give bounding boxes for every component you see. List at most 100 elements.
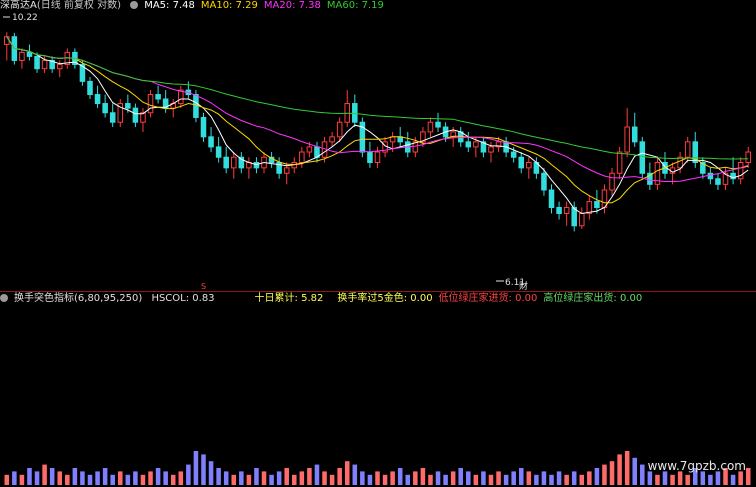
candle[interactable] bbox=[435, 112, 441, 132]
candle[interactable] bbox=[268, 152, 275, 168]
candle[interactable] bbox=[480, 136, 487, 158]
candle[interactable] bbox=[162, 90, 169, 113]
indicator-bar bbox=[269, 474, 274, 485]
candle[interactable] bbox=[548, 184, 555, 214]
candle[interactable] bbox=[49, 56, 55, 73]
candle-body bbox=[707, 172, 714, 180]
candle-body bbox=[594, 201, 600, 208]
candle[interactable] bbox=[155, 85, 161, 104]
candle[interactable] bbox=[427, 117, 434, 137]
indicator-bar bbox=[397, 468, 403, 485]
indicator-bar bbox=[239, 471, 244, 485]
candle[interactable] bbox=[246, 157, 252, 179]
candle[interactable] bbox=[79, 60, 86, 86]
candle[interactable] bbox=[374, 146, 381, 168]
candle[interactable] bbox=[526, 157, 532, 179]
indicator-bar bbox=[140, 474, 146, 485]
indicator-bar bbox=[292, 474, 297, 485]
candle-body bbox=[283, 167, 290, 174]
candle[interactable] bbox=[707, 167, 714, 185]
candle[interactable] bbox=[102, 94, 108, 118]
indicator-bar bbox=[481, 471, 486, 485]
indicator-bar bbox=[420, 468, 426, 485]
candle-body bbox=[639, 141, 646, 174]
candle[interactable] bbox=[64, 48, 71, 69]
candle[interactable] bbox=[223, 146, 229, 174]
indicator-bar bbox=[579, 474, 585, 485]
candle[interactable] bbox=[533, 157, 540, 179]
candle-body bbox=[215, 146, 222, 158]
candle-body bbox=[367, 151, 373, 164]
candle[interactable] bbox=[465, 131, 472, 153]
indicator-bar bbox=[307, 468, 312, 485]
candle[interactable] bbox=[737, 157, 744, 185]
candle[interactable] bbox=[745, 146, 751, 168]
candle[interactable] bbox=[230, 152, 237, 179]
candle-body bbox=[715, 178, 721, 185]
candle[interactable] bbox=[692, 131, 699, 168]
indicator-bar bbox=[564, 474, 569, 485]
indicator-bar bbox=[216, 468, 221, 485]
candle[interactable] bbox=[253, 157, 260, 174]
candle[interactable] bbox=[238, 152, 245, 174]
indicator-bar bbox=[466, 471, 471, 485]
indicator-bar bbox=[534, 474, 539, 485]
candle[interactable] bbox=[314, 141, 320, 163]
indicator-bar bbox=[170, 474, 176, 485]
candle[interactable] bbox=[344, 90, 351, 128]
candle[interactable] bbox=[215, 136, 222, 163]
candle[interactable] bbox=[715, 173, 721, 190]
candle[interactable] bbox=[624, 108, 630, 158]
candle[interactable] bbox=[609, 167, 615, 196]
indicator-bar bbox=[246, 474, 252, 485]
candle[interactable] bbox=[140, 108, 146, 132]
candle[interactable] bbox=[87, 77, 93, 100]
candle-body bbox=[299, 151, 305, 164]
candle[interactable] bbox=[19, 48, 25, 69]
candle-body bbox=[56, 64, 63, 70]
candle[interactable] bbox=[208, 127, 214, 153]
candle[interactable] bbox=[109, 103, 116, 128]
candle-body bbox=[579, 212, 585, 227]
candle[interactable] bbox=[185, 81, 192, 100]
kline-chart[interactable]: 10.22 6.11 财 S bbox=[0, 0, 756, 487]
event-tag[interactable]: 财 bbox=[519, 280, 528, 292]
indicator-bar bbox=[708, 474, 713, 485]
candle[interactable] bbox=[94, 85, 101, 109]
candle[interactable] bbox=[299, 146, 305, 168]
candle[interactable] bbox=[4, 32, 10, 61]
candle[interactable] bbox=[276, 157, 282, 179]
candle[interactable] bbox=[556, 201, 562, 220]
candle[interactable] bbox=[654, 157, 661, 190]
candle[interactable] bbox=[132, 103, 139, 128]
candle[interactable] bbox=[117, 99, 124, 128]
candle[interactable] bbox=[200, 112, 207, 142]
candle-body bbox=[200, 116, 207, 138]
candle-body bbox=[556, 206, 562, 214]
candle[interactable] bbox=[178, 85, 184, 109]
candle[interactable] bbox=[631, 112, 638, 147]
candle-body bbox=[26, 51, 33, 57]
candle[interactable] bbox=[352, 94, 358, 128]
candle[interactable] bbox=[367, 141, 373, 168]
candle[interactable] bbox=[563, 201, 570, 226]
candle-body bbox=[230, 156, 237, 169]
indicator-bar bbox=[148, 471, 153, 485]
indicator-bar bbox=[87, 474, 93, 485]
candle-body bbox=[109, 112, 116, 123]
indicator-bar bbox=[80, 471, 85, 485]
candle[interactable] bbox=[601, 184, 608, 214]
candle-body bbox=[518, 156, 525, 169]
candle-body bbox=[223, 156, 229, 169]
high-price-label: 10.22 bbox=[12, 13, 38, 23]
candle[interactable] bbox=[730, 157, 736, 185]
candle[interactable] bbox=[329, 131, 335, 147]
indicator-bar bbox=[223, 471, 229, 485]
candle[interactable] bbox=[616, 146, 623, 179]
candle[interactable] bbox=[147, 90, 154, 118]
candle[interactable] bbox=[579, 207, 585, 229]
indicator-bar bbox=[125, 474, 131, 485]
candle[interactable] bbox=[518, 152, 525, 174]
candle[interactable] bbox=[586, 195, 593, 220]
candle[interactable] bbox=[639, 136, 646, 179]
